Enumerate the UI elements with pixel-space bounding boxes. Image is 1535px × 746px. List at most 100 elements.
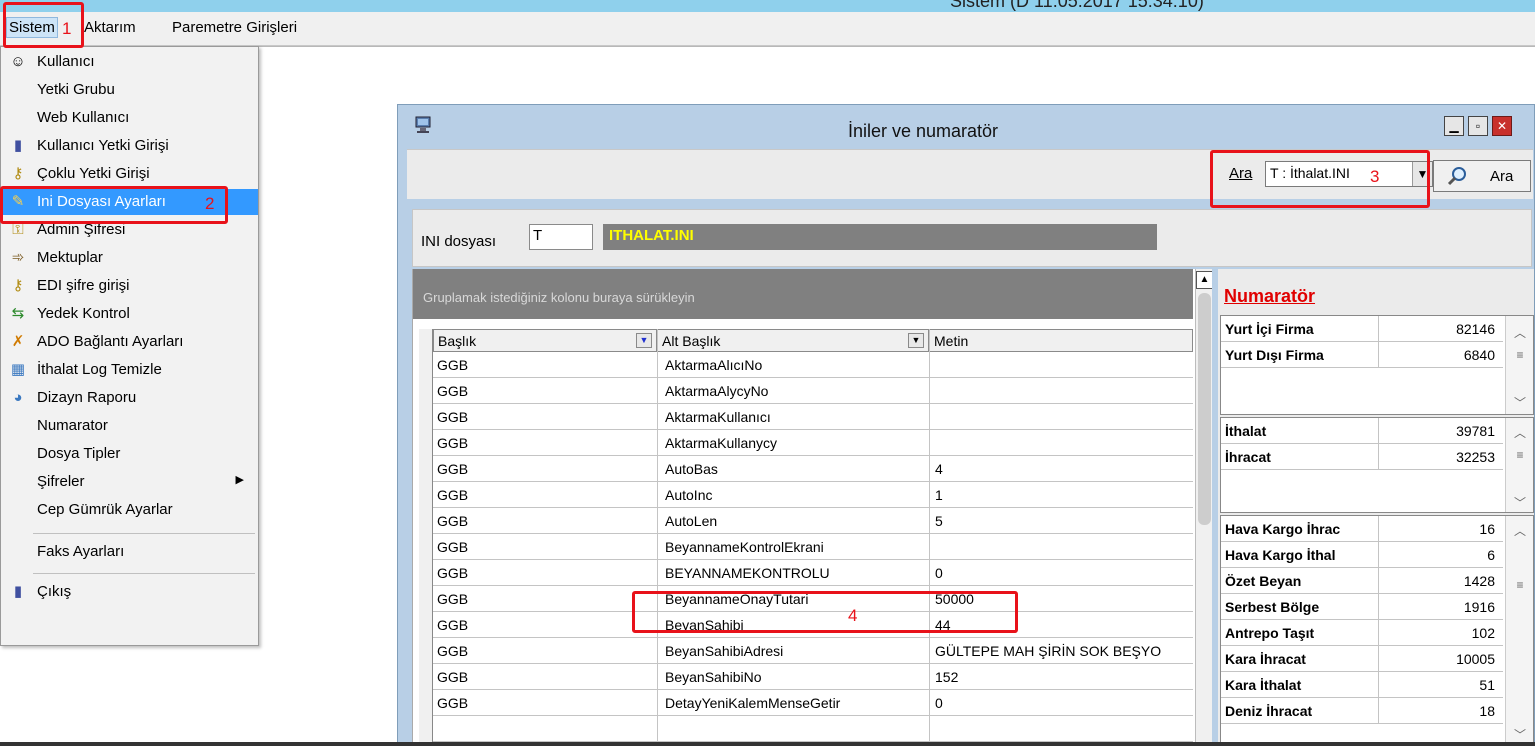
table-row[interactable]: GGB BEYANNAMEKONTROLU 0 xyxy=(433,560,1193,586)
cell-baslik: GGB xyxy=(437,461,469,477)
column-header-alt-baslik-label: Alt Başlık xyxy=(662,333,721,349)
grid-scrollbar[interactable]: ▲ xyxy=(1195,269,1212,746)
numarator-label: Serbest Bölge xyxy=(1225,599,1320,615)
menu-item-label: Kullanıcı xyxy=(37,53,95,70)
menu-item-kullanici-yetki-girisi[interactable]: ▮ Kullanıcı Yetki Girişi xyxy=(1,133,258,159)
cell-alt-baslik: BeyannameKontrolEkrani xyxy=(665,539,824,555)
app-title-bar: Sistem (D 11.05.2017 15:34:10) xyxy=(0,0,1535,12)
column-header-baslik[interactable]: Başlık ▼ xyxy=(433,329,657,352)
column-header-alt-baslik[interactable]: Alt Başlık ▼ xyxy=(657,329,929,352)
annotation-number: 1 xyxy=(62,19,72,38)
cell-baslik: GGB xyxy=(437,435,469,451)
scroll-thumb[interactable] xyxy=(1198,293,1211,525)
table-row[interactable]: GGB DetayYeniKalemMenseGetir 0 xyxy=(433,690,1193,716)
table-row[interactable]: GGB BeyanSahibiNo 152 xyxy=(433,664,1193,690)
list-item[interactable]: Antrepo Taşıt 102 xyxy=(1221,620,1503,646)
cell-baslik: GGB xyxy=(437,617,469,633)
list-scrollbar[interactable]: ︿ ≡ ﹀ xyxy=(1505,418,1533,512)
row-indicator-column xyxy=(419,329,433,746)
table-row[interactable]: GGB AutoInc 1 xyxy=(433,482,1193,508)
menu-item-numarator[interactable]: Numarator xyxy=(1,413,258,439)
menu-item-mektuplar[interactable]: ➾ Mektuplar xyxy=(1,245,258,271)
cell-alt-baslik: AktarmaKullanıcı xyxy=(665,409,771,425)
table-row[interactable]: GGB BeyanSahibiAdresi GÜLTEPE MAH ŞİRİN SO… xyxy=(433,638,1193,664)
menu-item-yetki-grubu[interactable]: Yetki Grubu xyxy=(1,77,258,103)
menu-item-yedek-kontrol[interactable]: ⇆ Yedek Kontrol xyxy=(1,301,258,327)
annotation-box-3 xyxy=(1210,150,1430,208)
column-header-metin-label: Metin xyxy=(934,333,969,349)
list-item[interactable]: Serbest Bölge 1916 xyxy=(1221,594,1503,620)
menu-item-ado-baglanti-ayarlari[interactable]: ✗ ADO Bağlantı Ayarları xyxy=(1,329,258,355)
menu-aktarim[interactable]: Aktarım xyxy=(84,19,136,36)
ini-file-code-input[interactable]: T xyxy=(529,224,593,250)
group-by-panel[interactable]: Gruplamak istediğiniz kolonu buraya sürü… xyxy=(413,269,1193,319)
list-item[interactable]: Deniz İhracat 18 xyxy=(1221,698,1503,724)
menu-item-faks-ayarlari[interactable]: Faks Ayarları xyxy=(1,539,258,565)
numarator-label: Hava Kargo İthal xyxy=(1225,547,1336,563)
filter-dropdown-icon[interactable]: ▼ xyxy=(636,333,652,348)
numarator-label: Deniz İhracat xyxy=(1225,703,1313,719)
annotation-box-4 xyxy=(632,591,1018,633)
keys-icon: ⚷ xyxy=(12,165,24,182)
cell-alt-baslik: AutoLen xyxy=(665,513,718,529)
maximize-button[interactable]: ▫ xyxy=(1468,116,1488,136)
numarator-label: Yurt İçi Firma xyxy=(1225,321,1314,337)
table-row[interactable]: GGB AktarmaKullanıcı xyxy=(433,404,1193,430)
table-row[interactable]: GGB AktarmaAlıcıNo xyxy=(433,352,1193,378)
filter-dropdown-icon[interactable]: ▼ xyxy=(908,333,924,348)
menu-item-cikis[interactable]: ▮ Çıkış xyxy=(1,579,258,605)
menu-item-dosya-tipler[interactable]: Dosya Tipler xyxy=(1,441,258,467)
menu-item-web-kullanici[interactable]: Web Kullanıcı xyxy=(1,105,258,131)
menu-item-kullanici[interactable]: ☺ Kullanıcı xyxy=(1,49,258,75)
list-item[interactable]: Hava Kargo İthal 6 xyxy=(1221,542,1503,568)
list-item[interactable]: Yurt İçi Firma 82146 xyxy=(1221,316,1503,342)
cell-metin: 0 xyxy=(935,565,943,581)
numarator-label: Özet Beyan xyxy=(1225,573,1302,589)
door-icon: ▮ xyxy=(13,583,23,600)
numarator-label: Kara İhracat xyxy=(1225,651,1306,667)
menu-item-dizayn-raporu[interactable]: ◕ Dizayn Raporu xyxy=(1,385,258,411)
menu-item-cep-gumruk-ayarlar[interactable]: Cep Gümrük Ayarlar xyxy=(1,497,258,523)
menu-item-sifreler[interactable]: Şifreler ▶ xyxy=(1,469,258,495)
table-row[interactable]: GGB AutoBas 4 xyxy=(433,456,1193,482)
menu-item-label: Faks Ayarları xyxy=(37,543,125,560)
cell-alt-baslik: BeyanSahibiNo xyxy=(665,669,762,685)
menu-item-ithalat-log-temizle[interactable]: ▦ İthalat Log Temizle xyxy=(1,357,258,383)
numarator-label: Hava Kargo İhrac xyxy=(1225,521,1341,537)
cell-metin: 0 xyxy=(935,695,943,711)
backup-icon: ⇆ xyxy=(11,305,25,322)
close-button[interactable]: ✕ xyxy=(1492,116,1512,136)
cell-baslik: GGB xyxy=(437,591,469,607)
table-row[interactable]: GGB BeyannameKontrolEkrani xyxy=(433,534,1193,560)
cell-alt-baslik: AutoBas xyxy=(665,461,718,477)
cell-metin: 5 xyxy=(935,513,943,529)
table-row[interactable]: GGB AutoLen 5 xyxy=(433,508,1193,534)
menu-item-label: Dosya Tipler xyxy=(37,445,121,462)
menu-paremetre-girisleri[interactable]: Paremetre Girişleri xyxy=(172,19,297,36)
table-row[interactable]: GGB AktarmaKullanycy xyxy=(433,430,1193,456)
list-item[interactable]: Yurt Dışı Firma 6840 xyxy=(1221,342,1503,368)
table-row[interactable]: GGB AktarmaAlycyNo xyxy=(433,378,1193,404)
scroll-up-icon[interactable]: ▲ xyxy=(1196,271,1212,289)
menu-item-label: ADO Bağlantı Ayarları xyxy=(37,333,184,350)
list-item[interactable]: İthalat 39781 xyxy=(1221,418,1503,444)
minimize-button[interactable]: ▁ xyxy=(1444,116,1464,136)
cell-alt-baslik: BEYANNAMEKONTROLU xyxy=(665,565,830,581)
list-item[interactable]: Kara İhracat 10005 xyxy=(1221,646,1503,672)
list-scrollbar[interactable]: ︿ ≡ ﹀ xyxy=(1505,316,1533,414)
list-scrollbar[interactable]: ︿ ≡ ﹀ xyxy=(1505,516,1533,746)
list-item[interactable]: Hava Kargo İhrac 16 xyxy=(1221,516,1503,542)
cell-alt-baslik: AktarmaKullanycy xyxy=(665,435,778,451)
list-item[interactable]: Kara İthalat 51 xyxy=(1221,672,1503,698)
list-item[interactable]: İhracat 32253 xyxy=(1221,444,1503,470)
menu-separator xyxy=(33,573,255,574)
menu-item-label: Dizayn Raporu xyxy=(37,389,137,406)
numarator-title: Numaratör xyxy=(1224,286,1316,306)
search-button[interactable]: Ara xyxy=(1433,160,1531,192)
menu-item-coklu-yetki-girisi[interactable]: ⚷ Çoklu Yetki Girişi xyxy=(1,161,258,187)
menu-item-edi-sifre-girisi[interactable]: ⚷ EDI şifre girişi xyxy=(1,273,258,299)
cell-alt-baslik: AutoInc xyxy=(665,487,713,503)
column-header-metin[interactable]: Metin xyxy=(929,329,1193,352)
list-item[interactable]: Özet Beyan 1428 xyxy=(1221,568,1503,594)
numarator-value: 6 xyxy=(1487,547,1495,563)
